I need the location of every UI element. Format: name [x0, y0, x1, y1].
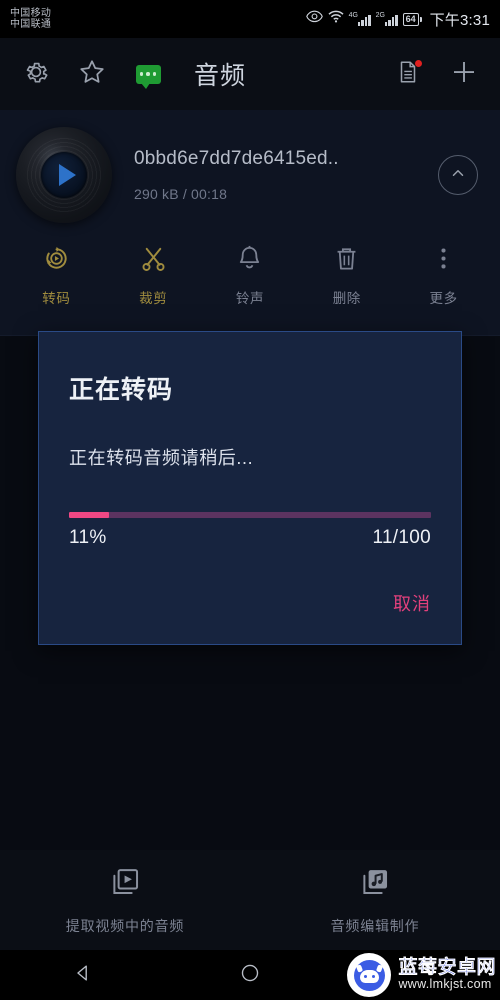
play-button[interactable] — [41, 152, 87, 198]
battery-cap — [419, 16, 422, 22]
phone-screen: 中国移动 中国联通 4G 2G 64 下午3:31 音频 0bbd6e7dd7d… — [0, 0, 500, 1000]
app-toolbar: 音频 — [0, 38, 500, 110]
signal-2g-icon: 2G — [376, 12, 398, 26]
feedback-button[interactable] — [128, 54, 168, 94]
transcoding-dialog: 正在转码 正在转码音频请稍后... 11% 11/100 取消 — [38, 331, 462, 645]
back-triangle-icon — [72, 962, 94, 989]
favorites-button[interactable] — [72, 54, 112, 94]
notification-dot — [415, 60, 422, 67]
watermark-text: 蓝莓安卓网 www.lmkjst.com — [398, 956, 496, 993]
battery-level: 64 — [402, 12, 419, 26]
carrier-secondary: 中国联通 — [10, 19, 52, 30]
chat-bubble-icon — [135, 64, 161, 89]
star-icon — [77, 57, 107, 92]
audio-edit-button[interactable]: 音频编辑制作 — [250, 865, 500, 936]
documents-button[interactable] — [388, 54, 428, 94]
nav-home-button[interactable] — [220, 950, 280, 1000]
bottom-item-label: 音频编辑制作 — [330, 917, 420, 934]
progress-labels: 11% 11/100 — [69, 527, 431, 549]
signal-4g-icon: 4G — [349, 12, 371, 26]
bottom-bar: 提取视频中的音频 音频编辑制作 — [0, 850, 500, 950]
carrier-labels: 中国移动 中国联通 — [10, 8, 51, 31]
settings-button[interactable] — [16, 54, 56, 94]
android-mascot-icon — [347, 953, 392, 997]
progress-count: 11/100 — [372, 527, 431, 548]
gear-icon — [22, 58, 50, 91]
progress-bar-track — [69, 512, 431, 518]
nav-back-button[interactable] — [53, 950, 113, 1000]
bottom-item-label: 提取视频中的音频 — [65, 917, 185, 934]
dialog-title: 正在转码 — [69, 376, 174, 404]
progress-bar-fill — [69, 512, 109, 518]
page-title: 音频 — [194, 62, 247, 90]
progress-percent: 11% — [69, 527, 107, 548]
site-watermark: 蓝莓安卓网 www.lmkjst.com — [347, 950, 500, 1000]
home-circle-icon — [239, 962, 261, 989]
plus-icon — [449, 57, 479, 92]
system-nav-bar: 蓝莓安卓网 www.lmkjst.com — [0, 950, 500, 1000]
battery-icon: 64 — [402, 12, 422, 26]
status-bar: 中国移动 中国联通 4G 2G 64 下午3:31 — [0, 0, 500, 38]
play-icon — [58, 164, 76, 186]
eye-icon — [305, 10, 323, 28]
cancel-button[interactable]: 取消 — [393, 594, 431, 614]
status-icons: 4G 2G 64 下午3:31 — [305, 9, 490, 30]
watermark-site-url: www.lmkjst.com — [398, 977, 492, 992]
status-clock: 下午3:31 — [429, 11, 490, 29]
watermark-site-name: 蓝莓安卓网 — [398, 956, 496, 978]
extract-audio-button[interactable]: 提取视频中的音频 — [0, 865, 250, 936]
add-button[interactable] — [444, 54, 484, 94]
music-edit-icon — [358, 865, 392, 904]
carrier-primary: 中国移动 — [10, 7, 52, 19]
dialog-message: 正在转码音频请稍后... — [69, 448, 254, 468]
video-extract-icon — [108, 865, 142, 904]
dialog-actions: 取消 — [393, 590, 431, 616]
wifi-icon — [328, 10, 344, 28]
